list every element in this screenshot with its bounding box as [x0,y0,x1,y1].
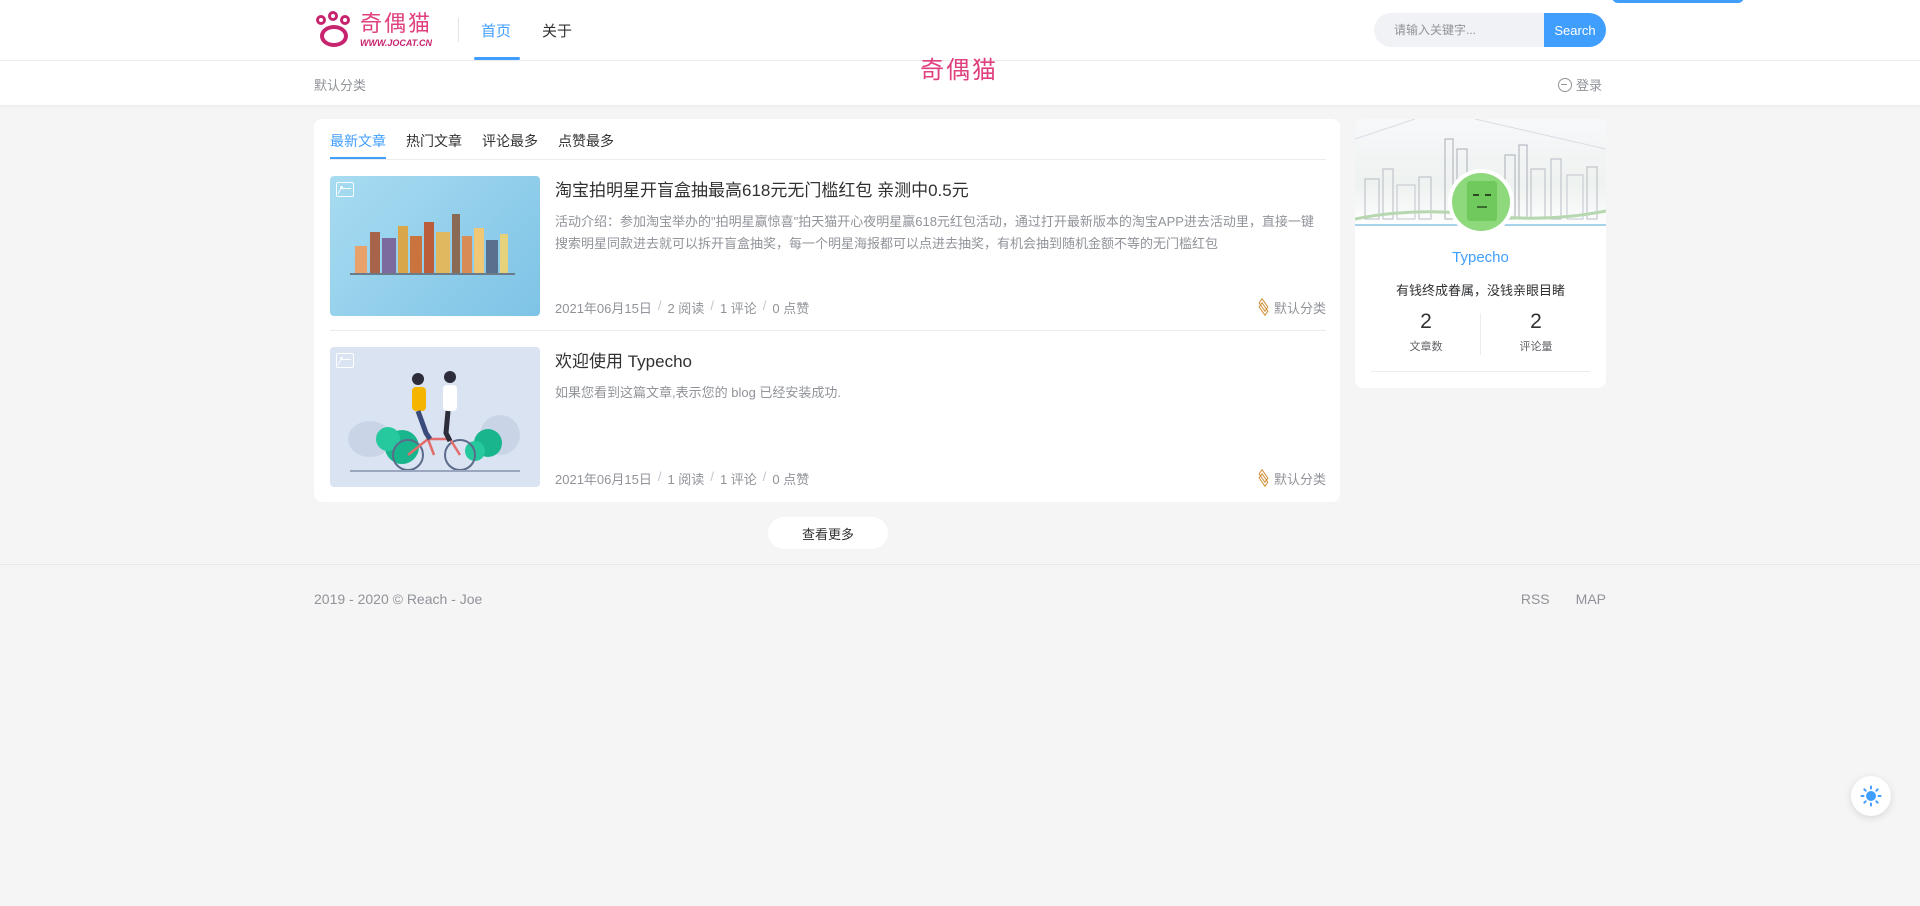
copyright: 2019 - 2020 © Reach - Joe [314,591,483,607]
layers-icon [1257,297,1270,317]
map-link[interactable]: MAP [1576,591,1606,607]
login-link[interactable]: 登录 [1558,75,1602,94]
stat-label: 文章数 [1409,341,1443,353]
article-date: 2021年06月15日 [555,472,652,487]
paw-logo-icon [314,11,354,51]
stat-value: 2 [1530,310,1542,333]
load-more-button[interactable]: 查看更多 [768,517,888,549]
article-reads: 2 阅读 [667,301,705,316]
article-tabs: 最新文章 热门文章 评论最多 点赞最多 [330,119,1326,160]
logo-url: WWW.JOCAT.CN [360,38,432,48]
center-logo-text: 奇偶猫 [920,56,998,84]
article-category[interactable]: 默认分类 [1257,297,1326,317]
divider [1371,371,1590,372]
article-item[interactable]: 欢迎使用 Typecho 如果您看到这篇文章,表示您的 blog 已经安装成功.… [330,347,1326,488]
author-card: Typecho 有钱终成眷属，没钱亲眼目睹 2 文章数 2 评论量 [1355,119,1606,388]
stat-label: 评论量 [1519,341,1553,353]
article-meta: 2021年06月15日/ 1 阅读/ 1 评论/ 0 点赞 [555,469,810,487]
footer: 2019 - 2020 © Reach - Joe RSS MAP [0,564,1920,906]
site-logo[interactable]: 奇偶猫 WWW.JOCAT.CN [314,9,440,53]
article-item[interactable]: 淘宝拍明星开盲盒抽最高618元无门槛红包 亲测中0.5元 活动介绍：参加淘宝举办… [330,176,1326,331]
author-motto: 有钱终成眷属，没钱亲眼目睹 [1395,283,1565,298]
stat-articles: 2 文章数 [1371,310,1481,354]
article-thumbnail[interactable] [330,176,540,316]
stat-comments: 2 评论量 [1481,310,1591,354]
search-input[interactable] [1374,13,1544,47]
footer-links: RSS MAP [1521,591,1606,607]
article-meta: 2021年06月15日/ 2 阅读/ 1 评论/ 0 点赞 [555,298,810,316]
corner-tab [1612,0,1744,3]
sun-icon [1860,785,1882,807]
rss-link[interactable]: RSS [1521,591,1550,607]
article-reads: 1 阅读 [667,472,705,487]
article-title[interactable]: 欢迎使用 Typecho [555,347,692,372]
author-name[interactable]: Typecho [1355,249,1606,266]
article-excerpt: 活动介绍：参加淘宝举办的"拍明星赢惊喜"拍天猫开心夜明星赢618元红包活动，通过… [555,214,1314,251]
search-button[interactable]: Search [1544,13,1606,47]
tab-active-indicator [330,157,386,159]
tab-popular[interactable]: 热门文章 [406,131,462,151]
nav-about[interactable]: 关于 [542,20,572,41]
nav-home[interactable]: 首页 [481,20,511,41]
search-box: Search [1374,13,1606,47]
category-link[interactable]: 默认分类 [314,75,366,94]
article-likes: 0 点赞 [772,472,810,487]
article-title[interactable]: 淘宝拍明星开盲盒抽最高618元无门槛红包 亲测中0.5元 [555,176,969,201]
article-date: 2021年06月15日 [555,301,652,316]
tandem-bike-illustration [348,371,520,472]
nav-active-indicator [474,57,520,60]
theme-toggle-button[interactable] [1851,776,1891,816]
city-illustration [350,214,515,275]
logo-text: 奇偶猫 [360,12,433,37]
layers-icon [1257,468,1270,488]
article-comments: 1 评论 [719,301,757,316]
article-likes: 0 点赞 [772,301,810,316]
tab-latest[interactable]: 最新文章 [330,131,386,151]
article-comments: 1 评论 [719,472,757,487]
avatar[interactable] [1448,169,1514,235]
article-list-card: 最新文章 热门文章 评论最多 点赞最多 淘宝拍明星开盲盒抽最高618元无门槛红包… [314,119,1340,502]
article-thumbnail[interactable] [330,347,540,487]
article-category-label: 默认分类 [1273,472,1326,487]
login-label: 登录 [1576,78,1603,93]
tab-most-comments[interactable]: 评论最多 [482,131,538,151]
article-category[interactable]: 默认分类 [1257,468,1326,488]
stat-value: 2 [1420,310,1432,333]
nav-divider [458,18,459,42]
article-category-label: 默认分类 [1273,301,1326,316]
login-icon [1558,77,1572,92]
tab-most-likes[interactable]: 点赞最多 [558,131,614,151]
article-excerpt: 如果您看到这篇文章,表示您的 blog 已经安装成功. [555,385,842,400]
